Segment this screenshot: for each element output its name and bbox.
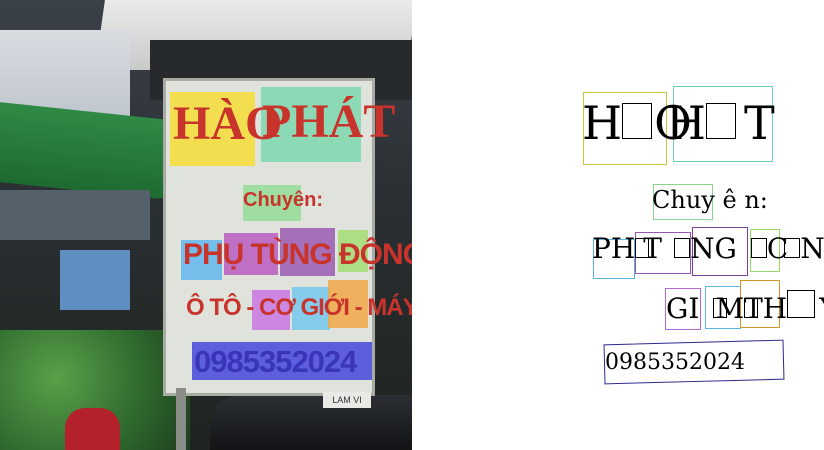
missing-glyph-icon <box>705 103 736 139</box>
ocr-panel: HOHT Chuy ê n: PHTNGCNG GIMTHY 098535202… <box>412 0 824 450</box>
ocr-line-1: PHTNGCNG <box>592 232 824 265</box>
small-plate: LAM VI <box>323 392 371 408</box>
sign-subtitle: Chuyên: <box>243 189 323 211</box>
umbrella-stand <box>0 190 150 240</box>
green-umbrella <box>0 100 170 200</box>
missing-glyph-icon <box>750 238 767 258</box>
ocr-line-2: GIMTHY <box>666 290 824 323</box>
ocr-phone: 0985352024 <box>605 350 745 375</box>
missing-glyph-icon <box>673 238 690 258</box>
red-object <box>65 408 120 450</box>
blue-wall <box>60 250 130 310</box>
ocr-subtitle: Chuy ê n: <box>652 186 768 214</box>
sign-post <box>176 388 186 450</box>
sign-phone: 0985352024 <box>194 344 357 379</box>
missing-glyph-icon <box>622 103 653 139</box>
sign-title-right: PHÁT <box>262 95 396 148</box>
motorbike <box>210 395 412 450</box>
missing-glyph-icon <box>787 290 816 318</box>
missing-glyph-icon <box>784 238 801 258</box>
ocr-title: H OH T <box>582 96 775 150</box>
